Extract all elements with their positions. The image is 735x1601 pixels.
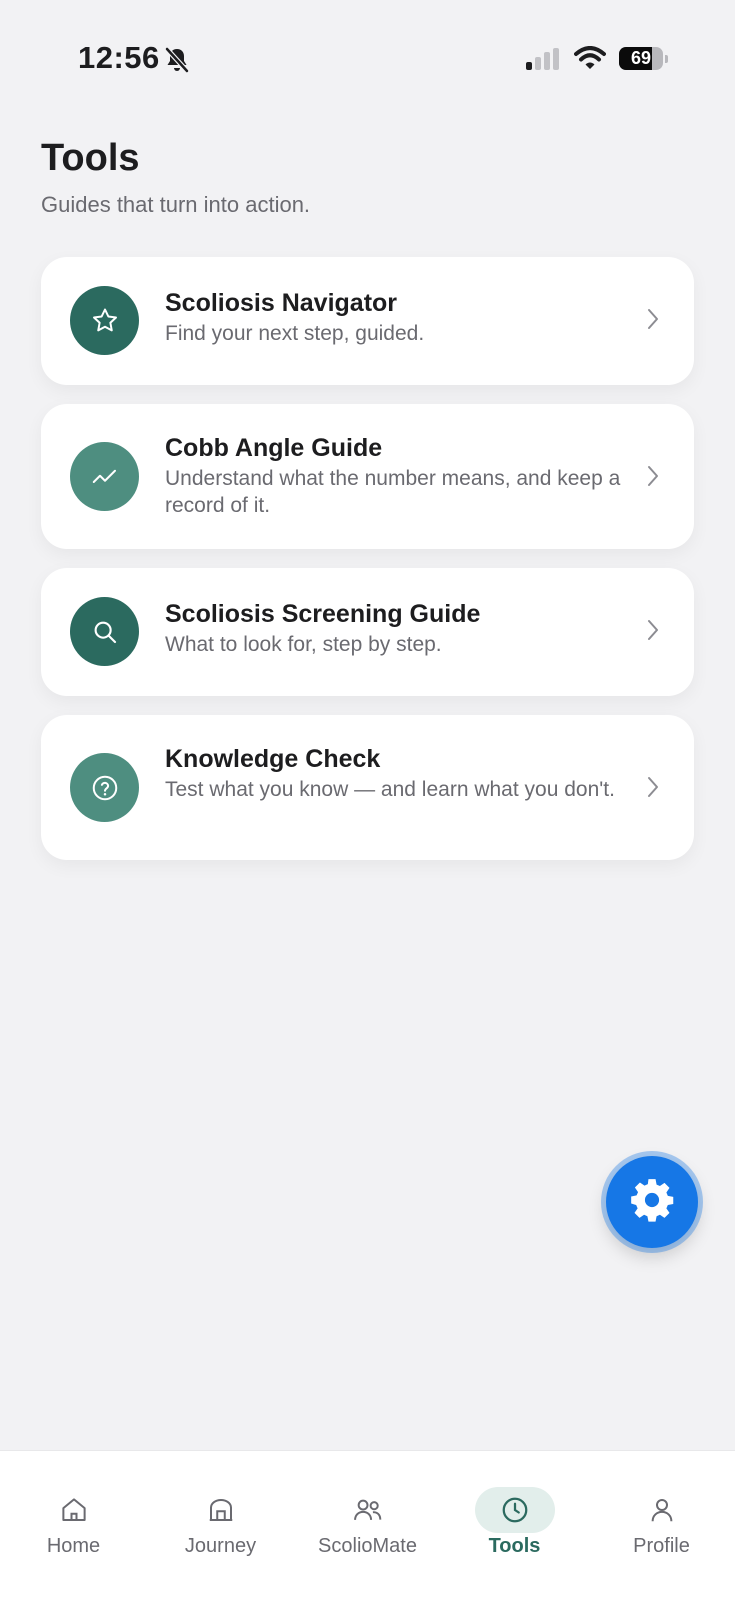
battery-level: 69 xyxy=(630,48,652,68)
tab-label: Journey xyxy=(184,1535,257,1557)
tool-title: Scoliosis Navigator xyxy=(165,289,398,317)
settings-fab-button[interactable] xyxy=(606,1156,698,1248)
tab-profile[interactable]: Profile xyxy=(588,1451,735,1601)
tool-description: Understand what the number means, and ke… xyxy=(165,467,621,517)
clock-icon xyxy=(474,1487,555,1533)
tool-card-scoliosis-screening-guide[interactable]: Scoliosis Screening Guide What to look f… xyxy=(41,568,694,696)
tab-home[interactable]: Home xyxy=(0,1451,147,1601)
tab-journey[interactable]: Journey xyxy=(147,1451,294,1601)
chevron-right-icon xyxy=(646,464,660,493)
tab-tools[interactable]: Tools xyxy=(441,1451,588,1601)
tool-title: Knowledge Check xyxy=(165,745,381,773)
page-title: Tools xyxy=(41,137,140,179)
tool-title: Cobb Angle Guide xyxy=(165,434,383,462)
chevron-right-icon xyxy=(646,618,660,647)
tab-label: Profile xyxy=(633,1535,690,1557)
question-circle-icon xyxy=(70,753,139,822)
tool-description: Test what you know — and learn what you … xyxy=(165,778,615,801)
wifi-icon xyxy=(574,46,606,75)
status-time: 12:56 xyxy=(78,40,160,75)
bell-off-icon xyxy=(164,46,190,79)
tool-description: What to look for, step by step. xyxy=(165,633,442,656)
page-subtitle: Guides that turn into action. xyxy=(41,192,311,217)
status-bar: 12:56 69 xyxy=(0,0,735,120)
star-icon xyxy=(70,286,139,355)
battery-icon: 69 xyxy=(619,47,668,70)
search-icon xyxy=(70,597,139,666)
cellular-signal-icon xyxy=(526,48,562,75)
tab-label: Tools xyxy=(488,1535,541,1557)
arch-icon xyxy=(181,1487,261,1533)
trend-line-icon xyxy=(70,442,139,511)
tool-card-cobb-angle-guide[interactable]: Cobb Angle Guide Understand what the num… xyxy=(41,404,694,549)
tool-title: Scoliosis Screening Guide xyxy=(165,600,481,628)
people-icon xyxy=(328,1487,408,1533)
tab-scoliomate[interactable]: ScolioMate xyxy=(294,1451,441,1601)
person-icon xyxy=(622,1487,702,1533)
home-icon xyxy=(34,1487,114,1533)
tool-card-knowledge-check[interactable]: Knowledge Check Test what you know — and… xyxy=(41,715,694,860)
tab-label: ScolioMate xyxy=(318,1535,417,1557)
bottom-tab-bar: Home Journey ScolioMate Tools Profile xyxy=(0,1450,735,1601)
tab-label: Home xyxy=(46,1535,101,1557)
tool-description: Find your next step, guided. xyxy=(165,322,425,345)
tool-card-scoliosis-navigator[interactable]: Scoliosis Navigator Find your next step,… xyxy=(41,257,694,385)
chevron-right-icon xyxy=(646,307,660,336)
chevron-right-icon xyxy=(646,775,660,804)
gear-icon xyxy=(627,1175,677,1230)
